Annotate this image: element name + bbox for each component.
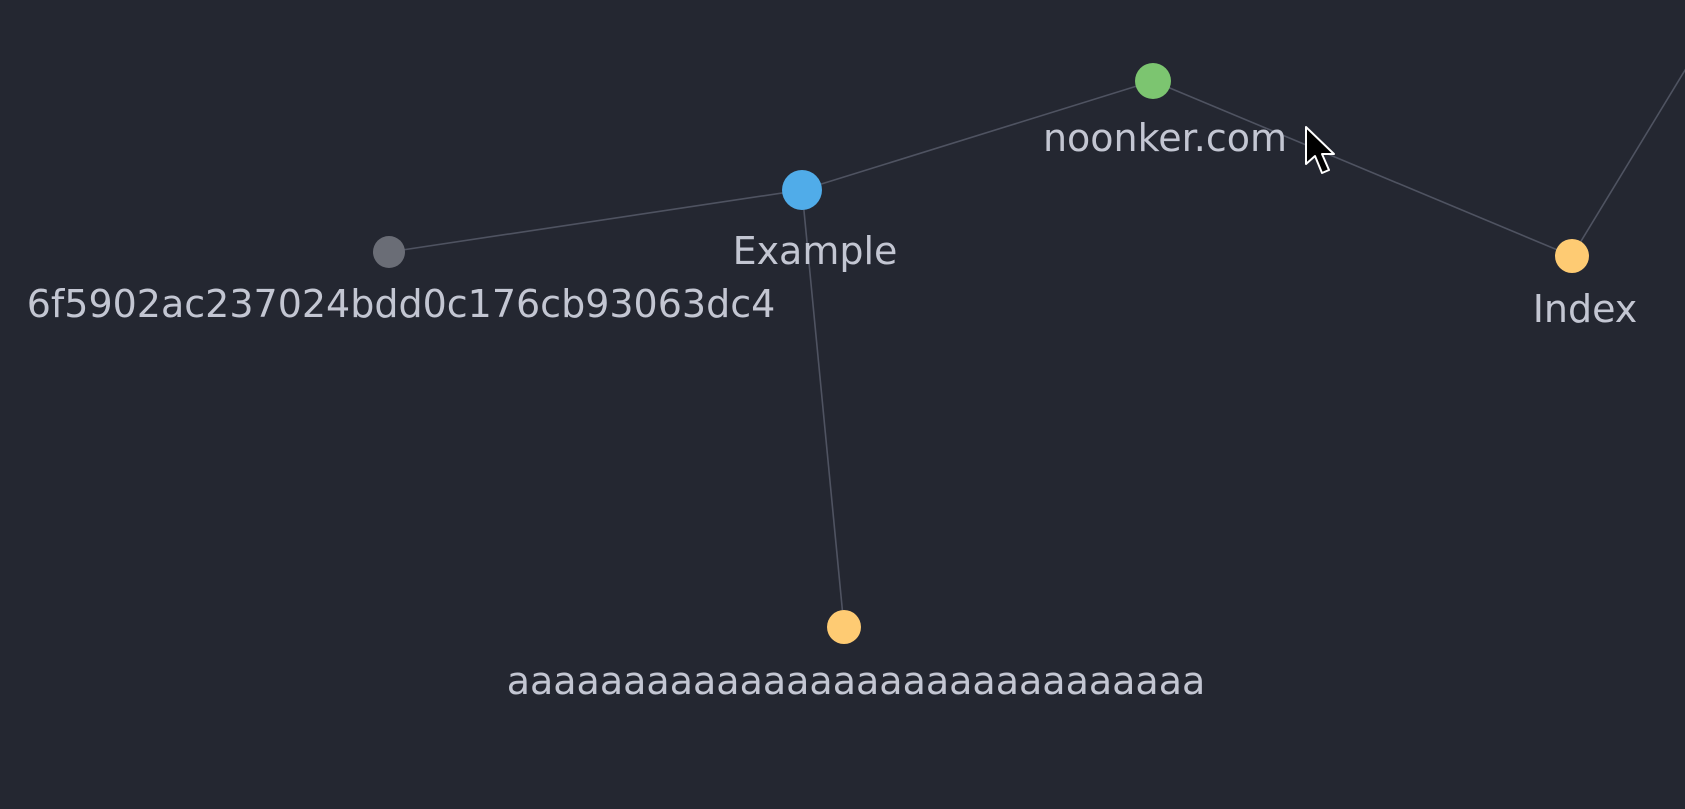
node-label-n-aaaa: aaaaaaaaaaaaaaaaaaaaaaaaaaaaaa	[507, 659, 1206, 703]
nodes-layer	[373, 63, 1589, 644]
node-label-n-example: Example	[733, 229, 898, 273]
node-label-n-index: Index	[1533, 287, 1638, 331]
node-label-n-hash: 6f5902ac237024bdd0c176cb93063dc4	[27, 282, 776, 326]
edge-n-index-offscreen-top-right	[1571, 68, 1685, 257]
edge-n-noonker-n-index	[1152, 80, 1573, 257]
graph-node-n-example[interactable]	[782, 170, 822, 210]
graph-node-n-index[interactable]	[1555, 239, 1589, 273]
graph-canvas[interactable]: Example noonker.com 6f5902ac237024bdd0c176…	[0, 0, 1685, 809]
edges-layer	[388, 68, 1685, 628]
node-label-n-noonker: noonker.com	[1043, 116, 1287, 160]
graph-node-n-hash[interactable]	[373, 236, 405, 268]
mouse-pointer-icon	[1305, 126, 1335, 174]
graph-node-n-aaaa[interactable]	[827, 610, 861, 644]
graph-node-n-noonker[interactable]	[1135, 63, 1171, 99]
